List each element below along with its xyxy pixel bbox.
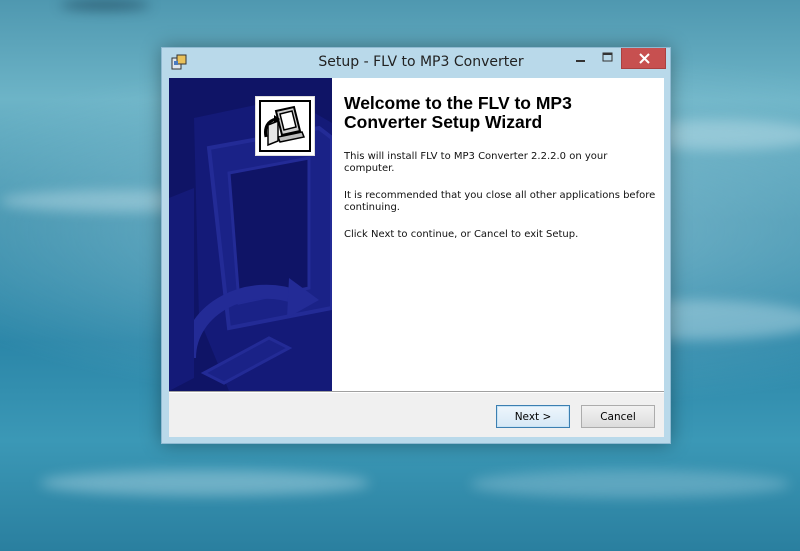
wizard-banner bbox=[169, 78, 332, 391]
cancel-button[interactable]: Cancel bbox=[581, 405, 655, 428]
welcome-heading: Welcome to the FLV to MP3 Converter Setu… bbox=[344, 93, 572, 132]
install-info-text: This will install FLV to MP3 Converter 2… bbox=[344, 151, 608, 174]
minimize-button[interactable] bbox=[567, 48, 594, 69]
close-button[interactable] bbox=[621, 48, 666, 69]
wizard-page: Welcome to the FLV to MP3 Converter Setu… bbox=[169, 78, 664, 437]
setup-window: Setup - FLV to MP3 Converter Welcome to … bbox=[161, 47, 671, 444]
next-button[interactable]: Next > bbox=[496, 405, 570, 428]
maximize-icon bbox=[602, 52, 613, 62]
title-bar[interactable]: Setup - FLV to MP3 Converter bbox=[162, 48, 670, 78]
instructions-text: Click Next to continue, or Cancel to exi… bbox=[344, 229, 579, 240]
installer-logo bbox=[255, 96, 315, 156]
close-apps-text: It is recommended that you close all oth… bbox=[344, 190, 656, 213]
close-icon bbox=[639, 53, 650, 64]
maximize-button[interactable] bbox=[594, 48, 621, 69]
computer-install-icon bbox=[259, 100, 311, 152]
wizard-content: Welcome to the FLV to MP3 Converter Setu… bbox=[332, 78, 664, 391]
minimize-icon bbox=[576, 60, 585, 62]
wizard-footer: Next > Cancel bbox=[169, 393, 664, 437]
